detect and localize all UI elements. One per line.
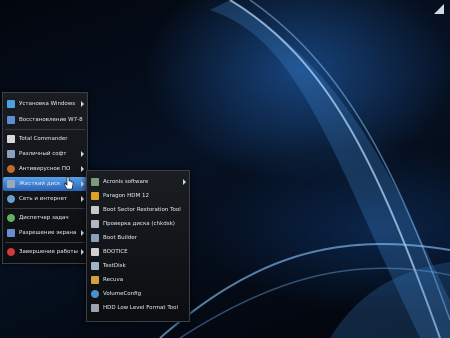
menu-item-label: Установка Windows [19, 101, 76, 107]
menu-separator [5, 129, 85, 130]
menu-item-label: Восстановление W7-8 [19, 117, 83, 123]
menu-item-label: Acronis software [103, 179, 149, 185]
menu-item-label: TestDisk [103, 263, 126, 269]
submenu-arrow-icon [81, 151, 84, 157]
submenu-arrow-icon [81, 230, 84, 236]
menu-item-label: Проверка диска (chkdsk) [103, 221, 175, 227]
menu-item-task-manager[interactable]: Диспетчер задач [3, 211, 87, 225]
submenu-item-boot-builder[interactable]: Boot Builder [87, 231, 189, 245]
submenu-arrow-icon [81, 196, 84, 202]
submenu-arrow-icon [81, 101, 84, 107]
menu-item-label: HDD Low Level Format Tool [103, 305, 179, 311]
hard-disk-submenu: Acronis software Paragon HDM 12 Boot Sec… [86, 170, 190, 322]
network-icon [7, 195, 15, 203]
menu-item-label: Сеть и интернет [19, 196, 68, 202]
menu-item-label: Boot Sector Restoration Tool [103, 207, 181, 213]
task-manager-icon [7, 214, 15, 222]
menu-item-label: BOOTICE [103, 249, 128, 255]
submenu-item-acronis[interactable]: Acronis software [87, 175, 189, 189]
main-menu: Установка Windows Восстановление W7-8 To… [2, 92, 88, 264]
submenu-item-hdd-format[interactable]: HDD Low Level Format Tool [87, 301, 189, 315]
menu-item-label: Различный софт [19, 151, 67, 157]
menu-item-windows-setup[interactable]: Установка Windows [3, 97, 87, 111]
menu-item-network[interactable]: Сеть и интернет [3, 192, 87, 206]
mouse-cursor-icon [64, 176, 74, 190]
paragon-icon [91, 192, 99, 200]
submenu-arrow-icon [81, 166, 84, 172]
menu-item-label: Recuva [103, 277, 124, 283]
bootice-icon [91, 248, 99, 256]
windows-setup-icon [7, 100, 15, 108]
submenu-item-recuva[interactable]: Recuva [87, 273, 189, 287]
boot-builder-icon [91, 234, 99, 242]
screen-resolution-icon [7, 229, 15, 237]
submenu-arrow-icon [183, 179, 186, 185]
testdisk-icon [91, 262, 99, 270]
submenu-item-bootice[interactable]: BOOTICE [87, 245, 189, 259]
hdd-format-icon [91, 304, 99, 312]
menu-item-total-commander[interactable]: Total Commander [3, 132, 87, 146]
recuva-icon [91, 276, 99, 284]
menu-separator [5, 208, 85, 209]
submenu-arrow-icon [81, 249, 84, 255]
submenu-arrow-icon [81, 181, 84, 187]
submenu-item-paragon[interactable]: Paragon HDM 12 [87, 189, 189, 203]
menu-item-label: Диспетчер задач [19, 215, 69, 221]
total-commander-icon [7, 135, 15, 143]
chkdsk-icon [91, 220, 99, 228]
antivirus-icon [7, 165, 15, 173]
menu-item-label: VolumeConfig [103, 291, 142, 297]
submenu-item-testdisk[interactable]: TestDisk [87, 259, 189, 273]
submenu-item-boot-sector[interactable]: Boot Sector Restoration Tool [87, 203, 189, 217]
menu-item-label: Разрешение экрана [19, 230, 77, 236]
menu-item-label: Антивирусное ПО [19, 166, 71, 172]
menu-item-windows-restore[interactable]: Восстановление W7-8 [3, 113, 87, 127]
menu-item-label: Total Commander [19, 136, 68, 142]
menu-item-label: Boot Builder [103, 235, 137, 241]
software-icon [7, 150, 15, 158]
menu-separator [5, 242, 85, 243]
windows-restore-icon [7, 116, 15, 124]
volumeconfig-icon [91, 290, 99, 298]
menu-item-label: Жесткий диск [19, 181, 61, 187]
menu-item-software[interactable]: Различный софт [3, 147, 87, 161]
boot-sector-icon [91, 206, 99, 214]
acronis-icon [91, 178, 99, 186]
hard-disk-icon [7, 180, 15, 188]
menu-item-screen-resolution[interactable]: Разрешение экрана [3, 226, 87, 240]
menu-item-label: Завершение работы [19, 249, 78, 255]
menu-item-antivirus[interactable]: Антивирусное ПО [3, 162, 87, 176]
corner-icon[interactable] [432, 2, 446, 16]
menu-item-hard-disk[interactable]: Жесткий диск [3, 177, 87, 191]
submenu-item-volumeconfig[interactable]: VolumeConfig [87, 287, 189, 301]
menu-item-label: Paragon HDM 12 [103, 193, 150, 199]
menu-item-shutdown[interactable]: Завершение работы [3, 245, 87, 259]
submenu-item-chkdsk[interactable]: Проверка диска (chkdsk) [87, 217, 189, 231]
shutdown-icon [7, 248, 15, 256]
